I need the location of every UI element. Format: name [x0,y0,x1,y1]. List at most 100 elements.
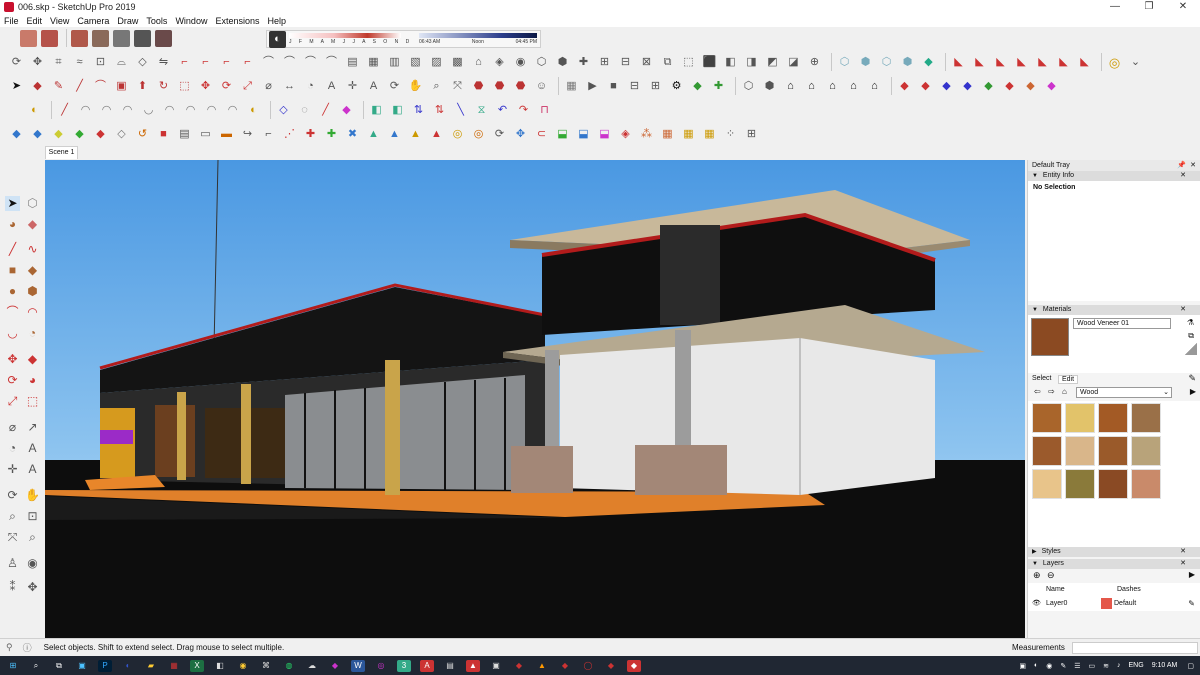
close-button[interactable]: ✕ [1166,0,1200,14]
section-4-icon[interactable]: ◣ [1013,54,1030,71]
sketchup-task-icon-2[interactable]: ◆ [604,660,618,672]
extension-5-icon[interactable]: ⌒ [260,54,277,71]
entity-info-close-icon[interactable]: ✕ [1180,171,1186,181]
extension-manager-icon[interactable] [113,29,130,47]
record-icon[interactable]: ⊟ [626,78,643,95]
extension-2-icon[interactable]: ⌐ [197,54,214,71]
view-cube-6-icon[interactable]: ◆ [1001,78,1018,95]
material-swatch[interactable] [1098,436,1128,466]
section-6-icon[interactable]: ◣ [1055,54,1072,71]
eraser-tool-icon[interactable]: ◆ [29,78,46,95]
joint-3-icon[interactable]: ⇅ [410,102,427,119]
app-icon-4[interactable]: ☁ [305,660,319,672]
tape-measure-tool-icon[interactable]: ⌀ [5,420,20,435]
wireframe-icon[interactable]: ⌂ [782,78,799,95]
make-component-icon[interactable]: ⬡ [25,196,40,211]
tool-a24-icon[interactable]: ⟳ [491,126,508,143]
tool-a15-icon[interactable]: ✚ [302,126,319,143]
rotate-icon[interactable]: ⟳ [5,373,20,388]
extension-28-icon[interactable]: ◨ [743,54,760,71]
app-icon-3[interactable]: ⌘ [259,660,273,672]
top-view-icon[interactable]: ⬢ [857,54,874,71]
protractor-tool-icon[interactable]: ◔ [5,441,20,456]
fredo-1-icon[interactable]: ◇ [275,102,292,119]
text-icon[interactable]: A [25,441,40,456]
hidden-line-icon[interactable]: ⌂ [803,78,820,95]
dimension-tool-icon[interactable]: ↗ [25,420,40,435]
section-7-icon[interactable]: ◣ [1076,54,1093,71]
polygon-icon[interactable]: ⬢ [25,284,40,299]
app-icon-9[interactable]: ▣ [489,660,503,672]
tray-app-icon[interactable]: ▣ [1019,662,1026,670]
model-viewport[interactable] [45,160,1025,638]
layout-icon[interactable] [92,29,109,47]
edit-pencil-icon[interactable]: ✎ [1188,599,1195,608]
extension-12-icon[interactable]: ▧ [407,54,424,71]
line-icon[interactable]: ╱ [5,242,20,257]
maximize-button[interactable]: ❐ [1132,0,1166,14]
extension-22-icon[interactable]: ⊟ [617,54,634,71]
tool-a7-icon[interactable]: ↺ [134,126,151,143]
task-view-icon[interactable]: ⧉ [52,660,66,672]
material-swatch[interactable] [1131,436,1161,466]
tab-scene-1[interactable]: Scene 1 [45,146,78,159]
visibility-eye-icon[interactable]: 👁 [1032,599,1041,607]
details-arrow-icon[interactable]: ▶ [1190,387,1196,396]
excel-icon[interactable]: X [190,659,204,672]
stamp-icon[interactable]: ⊡ [92,54,109,71]
tool-a36-icon[interactable]: ⊞ [743,126,760,143]
tray-app-icon[interactable]: ◐ [1034,662,1038,669]
export-icon[interactable]: ⊞ [647,78,664,95]
tool-a33-icon[interactable]: ▦ [680,126,697,143]
curve-3-icon[interactable]: ◠ [77,102,94,119]
curve-10-icon[interactable]: ◠ [224,102,241,119]
extension-24-icon[interactable]: ⧉ [659,54,676,71]
move-tool-icon[interactable]: ✥ [197,78,214,95]
material-swatch[interactable] [1032,469,1062,499]
move-icon[interactable]: ✥ [5,352,20,367]
material-swatch[interactable] [1131,403,1161,433]
menu-file[interactable]: File [4,16,19,26]
display-secondary-icon[interactable]: ⧉ [1188,331,1194,341]
minimize-button[interactable]: — [1098,0,1132,14]
tab-select[interactable]: Select [1032,375,1051,382]
share-model-icon[interactable] [41,29,58,47]
extension-23-icon[interactable]: ⊠ [638,54,655,71]
view-cube-2-icon[interactable]: ◆ [917,78,934,95]
clock[interactable]: 9:10 AM [1152,662,1178,669]
material-swatch[interactable] [1098,469,1128,499]
app-icon-8[interactable]: ▤ [443,660,457,672]
extension-7-icon[interactable]: ⌒ [302,54,319,71]
extension-1-icon[interactable]: ⌐ [176,54,193,71]
three-point-arc-icon[interactable]: ◡ [5,326,20,341]
tool-a19-icon[interactable]: ▲ [386,126,403,143]
material-swatch[interactable] [1065,436,1095,466]
curve-5-icon[interactable]: ◠ [119,102,136,119]
date-slider[interactable] [289,33,401,38]
fredo-4-icon[interactable]: ◆ [338,102,355,119]
tool-a30-icon[interactable]: ◈ [617,126,634,143]
tool-a20-icon[interactable]: ▲ [407,126,424,143]
tool-a10-icon[interactable]: ▭ [197,126,214,143]
eraser-icon[interactable]: ◆ [25,217,40,232]
tool-a35-icon[interactable]: ⁘ [722,126,739,143]
warehouse-2-icon[interactable]: ⬣ [470,78,487,95]
create-material-icon[interactable]: ⚗ [1187,318,1194,327]
arc-icon[interactable]: ⌒ [5,305,20,320]
section-5-icon[interactable]: ◣ [1034,54,1051,71]
extension-4-icon[interactable]: ⌐ [239,54,256,71]
left-view-icon[interactable]: ◆ [920,54,937,71]
line-tool-icon[interactable]: ╱ [71,78,88,95]
materials-header[interactable]: ▼ Materials ✕ [1028,305,1200,315]
view-cube-8-icon[interactable]: ◆ [1043,78,1060,95]
tool-a25-icon[interactable]: ✥ [512,126,529,143]
shaded-icon[interactable]: ⌂ [824,78,841,95]
material-swatch[interactable] [1131,469,1161,499]
edge-icon[interactable]: ◐ [121,660,135,672]
search-icon[interactable]: ⌕ [29,660,43,672]
previous-view-icon[interactable]: ⌕ [25,530,40,545]
tab-edit[interactable]: Edit [1058,375,1079,384]
volume-icon[interactable]: ♪ [1117,662,1121,669]
components-icon[interactable]: ◆ [689,78,706,95]
app-icon-5[interactable]: ◆ [328,660,342,672]
